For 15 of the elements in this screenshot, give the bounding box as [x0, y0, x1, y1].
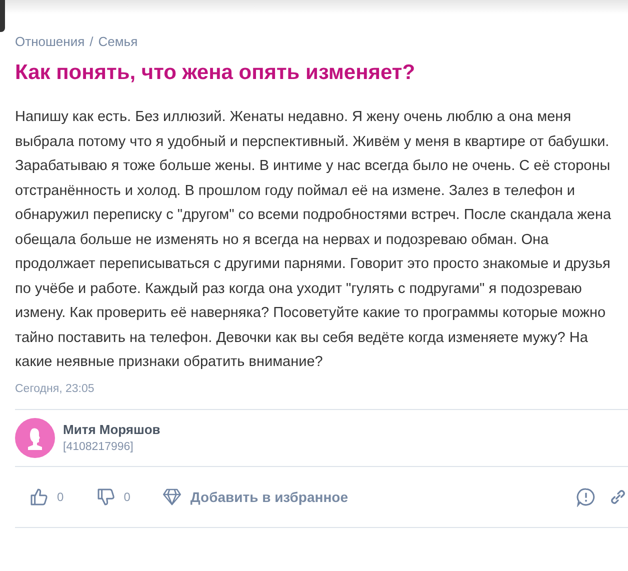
favorite-button[interactable]: Добавить в избранное [162, 486, 348, 506]
breadcrumb-link[interactable]: Семья [98, 34, 138, 49]
thumbs-up-icon [29, 486, 49, 506]
author-name[interactable]: Митя Моряшов [63, 422, 160, 437]
question-title: Как понять, что жена опять изменяет? [15, 61, 416, 85]
question-text: Напишу как есть. Без иллюзий. Женаты недавно. Я жену очень люблю а она меня выбрала потому что я удобный и перспективный. Живём у меня в квартире от бабушки. Зарабатываю я тоже больше жены. В интиме у нас всегда было не очень. С её стороны отстранённость и холод. В прошлом году поймал её на измене. Залез в телефон и обнаружил переписку с "другом" со всеми подробностями встреч. После скандала жена обещала больше не изменять но я всегда на нервах и подозреваю обман. Она продолжает переписываться с другими парнями. Говорит это просто знакомые и друзья по учёбе и работе. Каждый раз когда она уходит "гулять с подругами" я подозреваю измену. Как проверить её наверняка? Посоветуйте какие то программы которые можно тайно поставить на телефон. Девочки как вы себя ведёте когда изменяете мужу? На какие неявные признаки обратить внимание? [15, 108, 612, 372]
report-icon[interactable] [576, 486, 596, 506]
author-id: [4108217996] [63, 441, 134, 453]
like-button[interactable]: 0 [29, 486, 64, 506]
breadcrumb-separator: / [90, 34, 94, 49]
dislike-button[interactable]: 0 [96, 486, 130, 506]
breadcrumb-link[interactable]: Отношения [15, 34, 85, 49]
diamond-icon [162, 486, 182, 506]
post-time: Сегодня, 23:05 [15, 382, 628, 410]
thumbs-down-icon [96, 486, 116, 506]
